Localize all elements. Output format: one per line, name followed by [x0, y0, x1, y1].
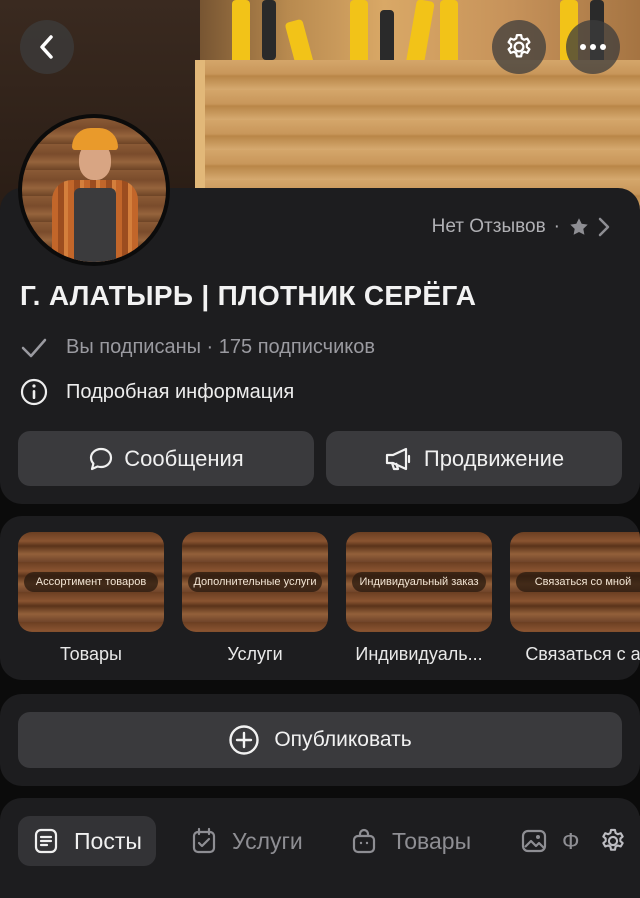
subscription-status[interactable]: Вы подписаны · 175 подписчиков [20, 336, 375, 359]
chat-bubble-icon [90, 447, 113, 470]
info-icon [20, 378, 48, 406]
showcase-item-custom-order[interactable]: Индивидуальный заказ Индивидуаль... [346, 532, 492, 665]
settings-button[interactable] [492, 20, 546, 74]
showcase-label: Услуги [227, 644, 283, 664]
chevron-right-icon [598, 217, 610, 237]
star-icon [570, 218, 588, 235]
publish-button[interactable]: Опубликовать [18, 712, 622, 768]
details-link[interactable]: Подробная информация [20, 378, 294, 406]
showcase-item-products[interactable]: Ассортимент товаров Товары [18, 532, 164, 665]
document-icon [34, 828, 58, 854]
publish-label: Опубликовать [274, 728, 412, 751]
messages-label: Сообщения [124, 445, 244, 471]
tab-label: Услуги [232, 827, 303, 854]
tab-label: Товары [392, 827, 472, 854]
tab-products[interactable]: Товары [350, 816, 471, 866]
chevron-left-icon [40, 35, 53, 59]
thumbnail-caption: Дополнительные услуги [188, 572, 322, 592]
megaphone-icon [385, 447, 410, 470]
page-title: Г. АЛАТЫРЬ | ПЛОТНИК СЕРЁГА [20, 280, 477, 311]
gear-icon [602, 828, 624, 851]
back-button[interactable] [20, 20, 74, 74]
reviews-separator: · [553, 216, 560, 237]
messages-button[interactable]: Сообщения [18, 431, 314, 486]
showcase-thumbnail: Связаться со мной [510, 532, 640, 632]
plus-circle-icon [229, 725, 260, 755]
showcase-section: Ассортимент товаров Товары Дополнительны… [0, 516, 640, 680]
calendar-check-icon [192, 827, 216, 854]
showcase-item-contact[interactable]: Связаться со мной Связаться с а [510, 532, 640, 665]
tab-label: Ф [562, 827, 580, 854]
ellipsis-icon [580, 44, 606, 50]
showcase-label: Индивидуаль... [355, 644, 483, 664]
image-icon [521, 829, 547, 853]
checkmark-icon [21, 338, 47, 357]
publish-section: Опубликовать [0, 694, 640, 786]
thumbnail-caption: Ассортимент товаров [24, 572, 158, 592]
details-text: Подробная информация [66, 380, 295, 403]
showcase-item-services[interactable]: Дополнительные услуги Услуги [182, 532, 328, 665]
thumbnail-caption: Связаться со мной [516, 572, 640, 592]
thumbnail-caption: Индивидуальный заказ [352, 572, 486, 592]
bag-icon [352, 828, 376, 854]
showcase-label: Связаться с а [525, 644, 640, 664]
tab-posts[interactable]: Посты [18, 816, 156, 866]
showcase-thumbnail: Ассортимент товаров [18, 532, 164, 632]
more-button[interactable] [566, 20, 620, 74]
tabs-settings-button[interactable] [586, 816, 640, 866]
promotion-button[interactable]: Продвижение [326, 431, 622, 486]
tab-label: Посты [74, 827, 142, 854]
gear-icon [507, 34, 531, 58]
showcase-thumbnail: Дополнительные услуги [182, 532, 328, 632]
promotion-label: Продвижение [423, 445, 565, 471]
tab-services[interactable]: Услуги [190, 816, 303, 866]
tab-photos[interactable]: Ф [520, 816, 580, 866]
avatar[interactable] [18, 114, 170, 266]
showcase-label: Товары [60, 644, 122, 664]
content-tabs: Посты Услуги Товары Ф [0, 798, 640, 898]
subscription-text: Вы подписаны · 175 подписчиков [66, 336, 375, 358]
reviews-link[interactable]: Нет Отзывов · [432, 216, 610, 238]
reviews-text: Нет Отзывов [431, 216, 546, 237]
showcase-thumbnail: Индивидуальный заказ [346, 532, 492, 632]
